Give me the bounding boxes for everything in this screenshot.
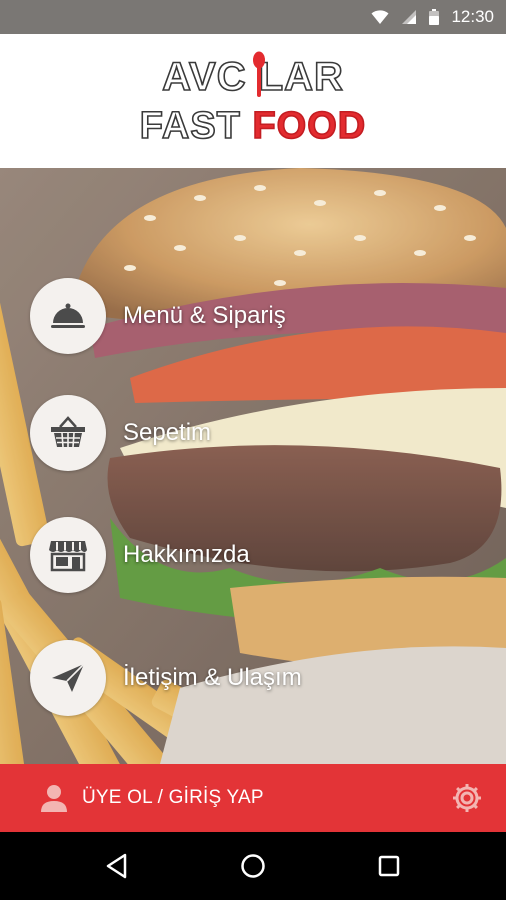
menu-circle [30,517,106,593]
spoon-icon [253,51,266,97]
menu-label-order: Menü & Sipariş [123,302,286,329]
cloche-icon [51,303,85,328]
paper-plane-icon [52,663,85,692]
menu-item-contact[interactable]: İletişim & Ulaşım [30,640,302,716]
logo-line-avcilar: AVC LAR [161,51,344,98]
system-nav-bar [0,832,506,900]
menu-circle [30,395,106,471]
menu-circle [30,278,106,354]
menu-circle [30,640,106,716]
store-icon [49,541,87,572]
home-button[interactable] [240,853,266,879]
basket-icon [51,416,85,448]
back-button[interactable] [105,853,129,879]
bottom-bar: ÜYE OL / GİRİŞ YAP [0,764,506,832]
back-triangle-icon [107,853,127,879]
logo-line-fast-food: FAST FOOD [139,105,367,147]
recents-square-icon [378,855,399,877]
settings-button[interactable] [450,781,484,815]
status-time: 12:30 [451,7,494,26]
login-register-button[interactable]: ÜYE OL / GİRİŞ YAP [38,782,264,814]
home-circle-icon [241,854,265,878]
app-header: AVC LAR FAST FOOD [0,34,506,168]
menu-label-contact: İletişim & Ulaşım [123,664,302,691]
status-bar: 12:30 [0,0,506,34]
menu-label-about: Hakkımızda [123,541,250,568]
menu-label-cart: Sepetim [123,419,212,446]
menu-item-cart[interactable]: Sepetim [30,395,211,471]
recents-button[interactable] [377,854,401,878]
wifi-icon [371,9,389,24]
login-label: ÜYE OL / GİRİŞ YAP [82,787,264,808]
battery-icon [429,9,440,25]
hero-background: Menü & Sipariş Sepetim Hakkımızda İletiş… [0,168,506,764]
menu-item-order[interactable]: Menü & Sipariş [30,278,286,354]
gear-icon [453,784,481,812]
signal-icon [402,10,417,24]
menu-item-about[interactable]: Hakkımızda [30,517,250,593]
user-icon [41,785,67,812]
